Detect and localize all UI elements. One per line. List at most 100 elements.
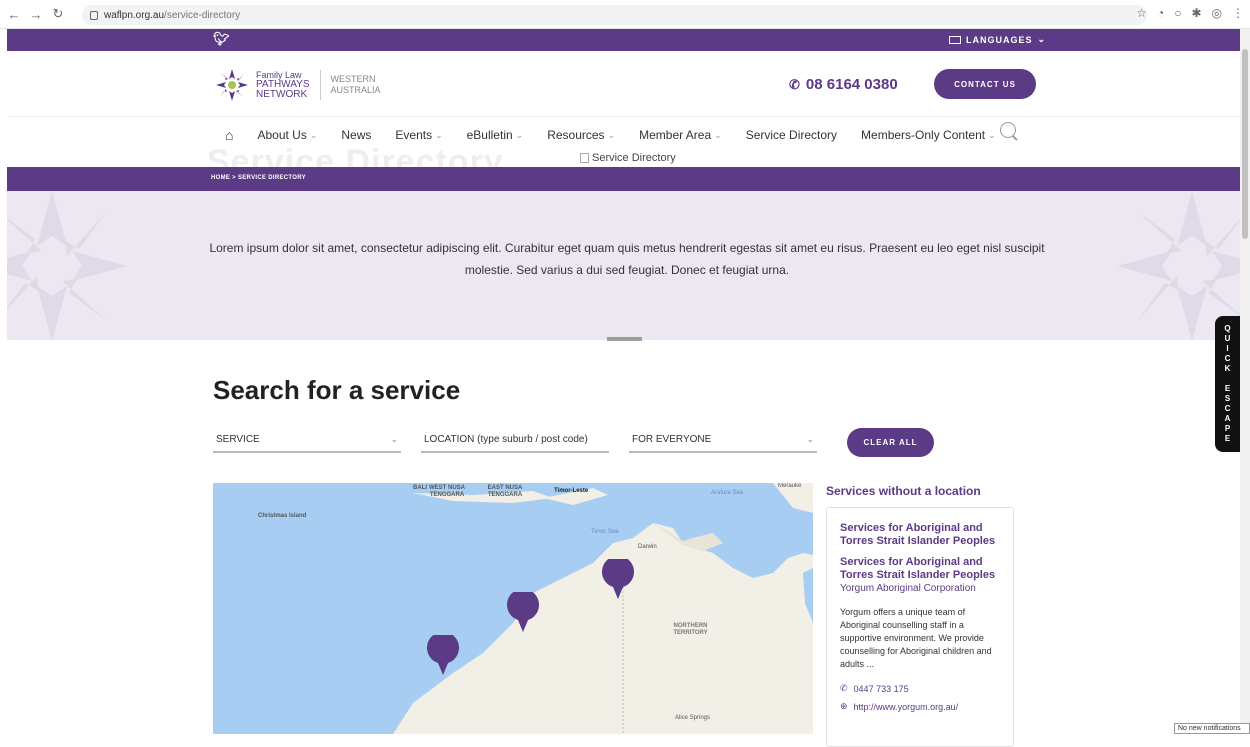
utility-bar: 🐦︎ LANGUAGES ⌄: [7, 29, 1240, 51]
quick-escape-letter: Q: [1224, 324, 1231, 333]
star-icon[interactable]: ☆: [1136, 6, 1147, 20]
chevron-down-icon: ⌄: [714, 129, 722, 140]
services-without-location: Services without a location: [826, 484, 1016, 498]
chevron-down-icon: ⌄: [1037, 34, 1047, 44]
location-input[interactable]: LOCATION (type suburb / post code): [421, 428, 609, 453]
search-icon[interactable]: [1000, 122, 1016, 138]
map-label-christmas: Christmas Island: [258, 513, 307, 519]
service-card-category[interactable]: Services for Aboriginal and Torres Strai…: [840, 522, 1000, 548]
broken-image-icon: [580, 153, 589, 163]
audience-select[interactable]: FOR EVERYONE ⌄: [629, 428, 817, 453]
service-select[interactable]: SERVICE ⌄: [213, 428, 401, 453]
breadcrumb[interactable]: HOME > SERVICE DIRECTORY: [211, 175, 306, 181]
language-icon: [949, 35, 961, 44]
lock-icon: [90, 10, 98, 20]
nav-service-directory[interactable]: Service Directory: [746, 127, 837, 143]
reload-icon[interactable]: ↻: [48, 4, 68, 24]
home-icon: ⌂: [225, 127, 234, 143]
service-card-org[interactable]: Yorgum Aboriginal Corporation: [840, 583, 1000, 594]
quick-escape-button[interactable]: QUICK ESCAPE: [1215, 316, 1240, 452]
twitter-icon[interactable]: 🐦︎: [213, 31, 230, 47]
nav-label: Members-Only Content: [861, 128, 986, 142]
nav-home[interactable]: ⌂: [225, 127, 233, 143]
languages-label: LANGUAGES: [966, 34, 1033, 45]
quick-escape-letter: P: [1224, 424, 1231, 433]
service-card-description: Yorgum offers a unique team of Aborigina…: [840, 607, 992, 669]
logo-icon: [216, 69, 248, 101]
service-map[interactable]: Christmas Island BALI WEST NUSA TENGGARA…: [213, 483, 813, 734]
map-pin[interactable]: [507, 592, 539, 632]
breadcrumb-bar: HOME > SERVICE DIRECTORY: [7, 167, 1240, 191]
decorative-pattern-left: [7, 191, 127, 340]
search-title: Search for a service: [213, 375, 461, 405]
quick-escape-letter: [1226, 374, 1228, 384]
map-label-timor-sea: Timor Sea: [591, 529, 619, 535]
map-label-nt: NORTHERN TERRITORY: [673, 623, 708, 636]
quick-escape-letter: S: [1224, 394, 1231, 403]
logo-line3: NETWORK: [256, 89, 308, 100]
nav-ebulletin[interactable]: eBulletin ⌄: [467, 127, 524, 143]
phone-icon: ✆: [840, 683, 848, 693]
chevron-down-icon: ⌄: [435, 129, 443, 140]
quick-escape-letter: C: [1224, 354, 1231, 363]
nav-member-area[interactable]: Member Area ⌄: [639, 127, 722, 143]
menu-icon[interactable]: ⋮: [1232, 6, 1244, 20]
section-handle: [607, 337, 642, 341]
nav-news[interactable]: News: [341, 127, 371, 143]
map-label-west-nusa: WEST NUSA TENGGARA: [429, 485, 465, 498]
profile-icon[interactable]: ◎: [1212, 6, 1222, 20]
quick-escape-letter: E: [1224, 434, 1231, 443]
phone-number: 08 6164 0380: [805, 76, 898, 93]
puzzle-icon[interactable]: ✱: [1191, 6, 1201, 20]
address-bar[interactable]: waflpn.org.au/service-directory: [82, 5, 1147, 25]
website-link: http://www.yorgum.org.au/: [853, 701, 959, 712]
audience-select-value: FOR EVERYONE: [632, 434, 712, 445]
scrollbar-thumb[interactable]: [1242, 49, 1248, 239]
intro-text: Lorem ipsum dolor sit amet, consectetur …: [209, 241, 1045, 277]
back-icon[interactable]: ←: [4, 4, 24, 24]
phone-link[interactable]: ✆ 08 6164 0380: [789, 76, 898, 93]
service-card-website[interactable]: ⊕ http://www.yorgum.org.au/: [840, 701, 1000, 712]
nav-label: Service Directory: [745, 128, 838, 142]
service-card: Services for Aboriginal and Torres Strai…: [826, 507, 1014, 747]
quick-escape-letter: E: [1224, 384, 1231, 393]
clear-all-button[interactable]: CLEAR ALL: [847, 428, 934, 457]
contact-us-button[interactable]: CONTACT US: [934, 69, 1036, 99]
nav-members-only[interactable]: Members-Only Content ⌄: [861, 127, 996, 143]
map-label-darwin: Darwin: [638, 544, 657, 550]
languages-button[interactable]: LANGUAGES ⌄: [949, 34, 1046, 45]
nav-events[interactable]: Events ⌄: [395, 127, 442, 143]
service-card-phone[interactable]: ✆ 0447 733 175: [840, 683, 1000, 694]
site-logo[interactable]: Family Law PATHWAYS NETWORK WESTERN AUST…: [214, 67, 381, 103]
circle-icon[interactable]: ○: [1174, 6, 1181, 20]
quick-escape-letter: A: [1224, 414, 1231, 423]
chevron-down-icon: ⌄: [390, 434, 398, 444]
nav-about-us[interactable]: About Us ⌄: [257, 127, 317, 143]
service-card-title[interactable]: Services for Aboriginal and Torres Strai…: [840, 556, 1000, 582]
region-line1: WESTERN: [330, 74, 376, 84]
map-label-east-nusa: EAST NUSA TENGGARA: [487, 485, 523, 498]
map-label-timor-leste: Timor-Leste: [554, 488, 589, 494]
logo-divider: [319, 70, 321, 100]
forward-icon[interactable]: →: [26, 4, 46, 24]
chevron-down-icon: ⌄: [607, 129, 616, 140]
chevron-down-icon: ⌄: [309, 129, 318, 140]
banner-image-alt: Service Directory: [592, 152, 676, 164]
nav-label: Events: [395, 128, 433, 142]
banner-image: Service Directory: [580, 152, 676, 164]
map-pin[interactable]: [427, 635, 459, 675]
chevron-down-icon: ⌄: [806, 434, 814, 444]
map-pin[interactable]: [602, 559, 634, 599]
nav-label: News: [341, 128, 372, 142]
phone-number: 0447 733 175: [853, 683, 909, 694]
quick-escape-letter: U: [1224, 334, 1231, 343]
nav-label: eBulletin: [466, 128, 513, 142]
intro-section: Lorem ipsum dolor sit amet, consectetur …: [7, 191, 1240, 340]
page-scrollbar[interactable]: [1240, 29, 1250, 734]
browser-toolbar: ← → ↻ waflpn.org.au/service-directory ☆ …: [0, 0, 1250, 29]
sidebar-heading: Services without a location: [826, 484, 981, 498]
nav-label: Member Area: [639, 128, 712, 142]
extension-icon[interactable]: ◔: [1157, 6, 1164, 20]
nav-resources[interactable]: Resources ⌄: [547, 127, 615, 143]
nav-label: Resources: [547, 128, 605, 142]
